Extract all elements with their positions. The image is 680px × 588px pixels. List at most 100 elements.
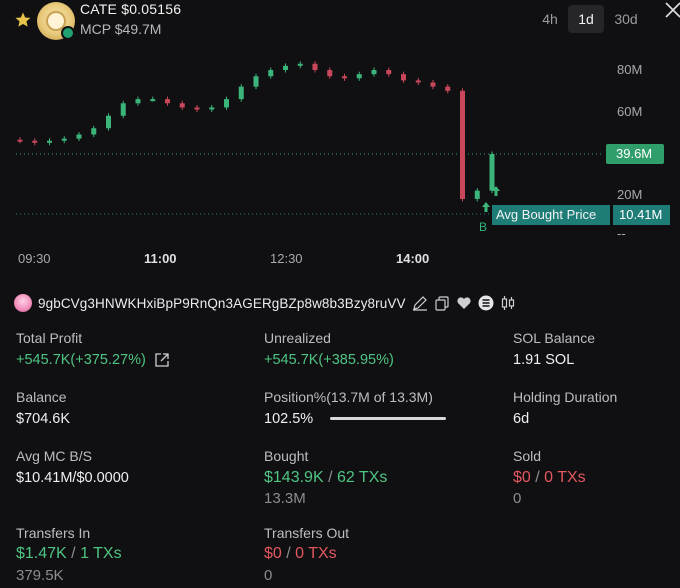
verified-badge-icon <box>61 26 75 40</box>
transfers-out-tokens: 0 <box>264 567 273 584</box>
timeframe-1d[interactable]: 1d <box>568 5 604 33</box>
balance-value: $704.6K <box>16 411 71 427</box>
sold-tokens: 0 <box>513 490 522 507</box>
avg-mc-label: Avg MC B/S <box>16 448 92 464</box>
candle-body <box>120 103 126 116</box>
bought-value: $143.9K / 62 TXs <box>264 469 387 487</box>
total-profit-value: +545.7K(+375.27%) <box>16 352 146 368</box>
candle-body <box>209 107 215 110</box>
candle-body <box>445 86 451 91</box>
sold-separator: / <box>535 469 540 486</box>
candle-body <box>401 74 406 81</box>
unrealized-label: Unrealized <box>264 330 331 346</box>
holding-duration-label: Holding Duration <box>513 389 618 405</box>
candle-body <box>253 76 259 87</box>
candle-body <box>165 99 170 104</box>
bought-tokens: 13.3M <box>264 490 306 507</box>
bought-amount: $143.9K <box>264 469 324 486</box>
x-tick-1400: 14:00 <box>396 251 430 266</box>
wallet-avatar <box>14 294 32 312</box>
candle-body <box>194 107 200 110</box>
x-tick-0930: 09:30 <box>18 251 51 266</box>
sold-label: Sold <box>513 448 542 464</box>
transfers-in-amount: $1.47K <box>16 545 67 562</box>
y-tick-60m: 60M <box>617 104 643 119</box>
timeframe-4h[interactable]: 4h <box>536 5 564 33</box>
candle-body <box>327 70 333 77</box>
sol-balance-value: 1.91 SOL <box>513 352 575 368</box>
candle-body <box>386 70 392 75</box>
candle-body <box>297 63 303 66</box>
token-symbol: CATE <box>80 1 118 17</box>
position-value: 102.5% <box>264 411 314 427</box>
y-tick-80m: 80M <box>617 62 643 77</box>
candle-body <box>356 74 362 79</box>
candle-body <box>283 65 288 70</box>
holding-duration-value: 6d <box>513 411 530 427</box>
position-label: Position%(13.7M of 13.3M) <box>264 389 433 405</box>
candlestick-view-icon[interactable] <box>500 295 516 311</box>
external-link-icon[interactable] <box>154 352 170 368</box>
candle-body <box>91 128 97 135</box>
token-logo <box>37 2 75 40</box>
solana-icon[interactable] <box>478 295 494 311</box>
candlestick-chart <box>16 61 604 215</box>
transfers-in-separator: / <box>71 545 76 562</box>
heart-icon[interactable] <box>456 295 472 311</box>
candle-body <box>474 190 480 199</box>
sol-balance-label: SOL Balance <box>513 330 595 346</box>
candle-body <box>460 90 465 199</box>
wallet-address: 9gbCVg3HNWKHxiBpP9RnQn3AGERgBZp8w8b3Bzy8… <box>38 295 406 311</box>
transfers-in-value: $1.47K / 1 TXs <box>16 545 122 563</box>
copy-icon[interactable] <box>434 295 450 311</box>
favorite-star-icon[interactable] <box>14 11 32 29</box>
y-tick-20m: 20M <box>617 187 643 202</box>
wallet-row: 9gbCVg3HNWKHxiBpP9RnQn3AGERgBZp8w8b3Bzy8… <box>14 293 516 313</box>
token-market-cap: MCP $49.7M <box>80 21 162 37</box>
avg-bought-price-value: 10.41M <box>612 205 670 225</box>
current-price-tag: 39.6M <box>606 144 664 164</box>
edit-pencil-icon[interactable] <box>412 295 428 311</box>
timeframe-30d[interactable]: 30d <box>608 5 644 33</box>
candle-body <box>17 139 23 142</box>
transfers-out-separator: / <box>286 545 291 562</box>
unrealized-value: +545.7K(+385.95%) <box>264 352 394 368</box>
candle-body <box>371 70 377 75</box>
candle-body <box>76 134 82 139</box>
sold-txs: 0 TXs <box>544 469 586 486</box>
candle-body <box>135 99 141 104</box>
avg-mc-value: $10.41M/$0.0000 <box>16 470 129 486</box>
candle-body <box>61 138 67 141</box>
candle-body <box>312 63 318 70</box>
bought-separator: / <box>328 469 333 486</box>
price-chart[interactable]: 80M 60M 20M -- 39.6M Avg Bought Price 10… <box>0 44 680 276</box>
transfers-out-label: Transfers Out <box>264 525 350 541</box>
avg-bought-price-label: Avg Bought Price <box>492 205 610 225</box>
bought-label: Bought <box>264 448 309 464</box>
transfers-out-amount: $0 <box>264 545 282 562</box>
balance-label: Balance <box>16 389 67 405</box>
sold-value: $0 / 0 TXs <box>513 469 586 487</box>
total-profit-label: Total Profit <box>16 330 83 346</box>
candle-body <box>106 115 111 129</box>
transfers-in-txs: 1 TXs <box>80 545 122 562</box>
candle-body <box>150 99 156 102</box>
token-name-price: CATE $0.05156 <box>80 1 181 17</box>
buy-marker: B <box>479 220 488 234</box>
candle-body <box>179 103 185 108</box>
token-price: $0.05156 <box>121 1 182 17</box>
candle-body <box>32 140 38 143</box>
token-header: CATE $0.05156 MCP $49.7M 4h 1d 30d <box>0 0 680 44</box>
position-progress-bar <box>330 417 446 420</box>
candle-body <box>430 82 436 87</box>
candle-body <box>47 140 52 143</box>
close-icon[interactable] <box>663 0 680 20</box>
candle-body <box>489 154 495 191</box>
transfers-out-txs: 0 TXs <box>295 545 337 562</box>
transfers-out-value: $0 / 0 TXs <box>264 545 337 563</box>
bought-txs: 62 TXs <box>336 469 388 486</box>
candle-body <box>224 99 229 108</box>
x-tick-1100: 11:00 <box>144 251 177 266</box>
y-tick-empty: -- <box>617 226 626 241</box>
sold-amount: $0 <box>513 469 531 486</box>
